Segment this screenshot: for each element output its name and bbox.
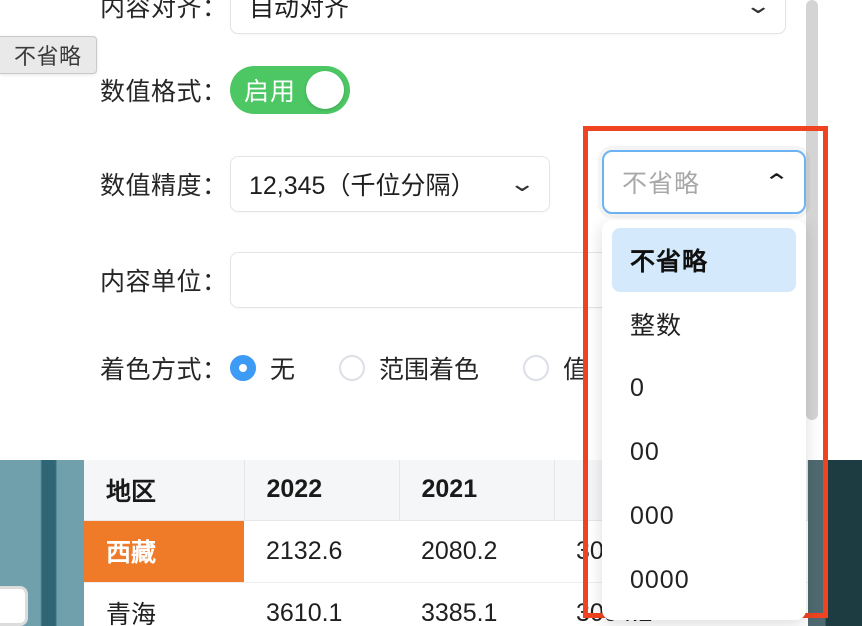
precision-label: 数值精度： (100, 172, 228, 200)
tooltip-omit-digits: 不省略 (0, 36, 97, 74)
table-cell-region[interactable]: 青海 (84, 582, 244, 626)
dropdown-option-0[interactable]: 0 (612, 356, 796, 420)
radio-icon-selected (230, 355, 256, 381)
chevron-up-icon: ⌃ (762, 168, 790, 195)
background-photo-right (806, 460, 862, 626)
table-cell-2022[interactable]: 2132.6 (244, 520, 399, 583)
dropdown-option-integer[interactable]: 整数 (612, 292, 796, 356)
precision-select[interactable]: 12,345（千位分隔） ⌄ (230, 156, 550, 212)
omit-digits-selected-value: 不省略 (622, 170, 701, 198)
dropdown-option-no-omit[interactable]: 不省略 (612, 228, 796, 292)
content-unit-label: 内容单位： (100, 268, 228, 296)
dropdown-option-00[interactable]: 00 (612, 420, 796, 484)
omit-digits-dropdown: 不省略 ⌃ 不省略 整数 0 00 000 0000 (602, 150, 806, 620)
number-format-toggle[interactable]: 启用 (230, 66, 350, 114)
radio-option-value[interactable]: 值 (523, 350, 588, 386)
toggle-knob (306, 71, 344, 109)
content-align-value: 自动对齐 (249, 0, 350, 22)
radio-label-range: 范围着色 (379, 356, 480, 384)
table-header-2021[interactable]: 2021 (399, 460, 555, 521)
floating-card (0, 586, 28, 626)
precision-value: 12,345（千位分隔） (249, 172, 476, 200)
number-format-label: 数值格式： (100, 78, 228, 106)
chevron-down-icon: ⌄ (507, 171, 536, 196)
radio-label-value: 值 (563, 356, 589, 384)
radio-option-range[interactable]: 范围着色 (339, 350, 479, 386)
coloring-mode-label: 着色方式： (100, 356, 228, 384)
table-cell-2021[interactable]: 3385.1 (399, 582, 554, 626)
form-row-precision: 数值精度： 12,345（千位分隔） ⌄ (100, 156, 550, 212)
form-row-coloring-mode: 着色方式： 无 范围着色 值 (100, 350, 632, 386)
content-align-select[interactable]: 自动对齐 ⌄ (230, 0, 786, 34)
toggle-state-label: 启用 (244, 78, 297, 106)
radio-icon-unselected (339, 355, 366, 381)
content-align-label: 内容对齐： (100, 0, 228, 22)
app-screenshot: 内容对齐： 自动对齐 ⌄ 数值格式： 启用 数值精度： 12,345（千位分隔）… (0, 0, 862, 626)
dropdown-option-0000[interactable]: 0000 (612, 548, 796, 612)
table-header-region[interactable]: 地区 (84, 460, 245, 521)
scrollbar-thumb[interactable] (806, 0, 818, 420)
radio-icon-unselected (523, 355, 550, 381)
background-photo-left (0, 460, 84, 626)
table-cell-2021[interactable]: 2080.2 (399, 520, 554, 583)
form-row-content-align: 内容对齐： 自动对齐 ⌄ (100, 0, 786, 34)
omit-digits-select-input[interactable]: 不省略 ⌃ (602, 150, 806, 214)
omit-digits-option-list: 不省略 整数 0 00 000 0000 (602, 220, 806, 620)
table-cell-region[interactable]: 西藏 (84, 520, 244, 583)
table-header-2022[interactable]: 2022 (244, 460, 400, 521)
form-row-number-format: 数值格式： 启用 (100, 66, 350, 114)
chevron-down-icon: ⌄ (743, 0, 772, 18)
panel-scrollbar[interactable] (806, 0, 818, 455)
radio-label-none: 无 (270, 356, 296, 384)
table-cell-2022[interactable]: 3610.1 (244, 582, 399, 626)
coloring-mode-radio-group: 无 范围着色 值 (230, 350, 632, 386)
dropdown-option-000[interactable]: 000 (612, 484, 796, 548)
radio-option-none[interactable]: 无 (230, 350, 295, 386)
